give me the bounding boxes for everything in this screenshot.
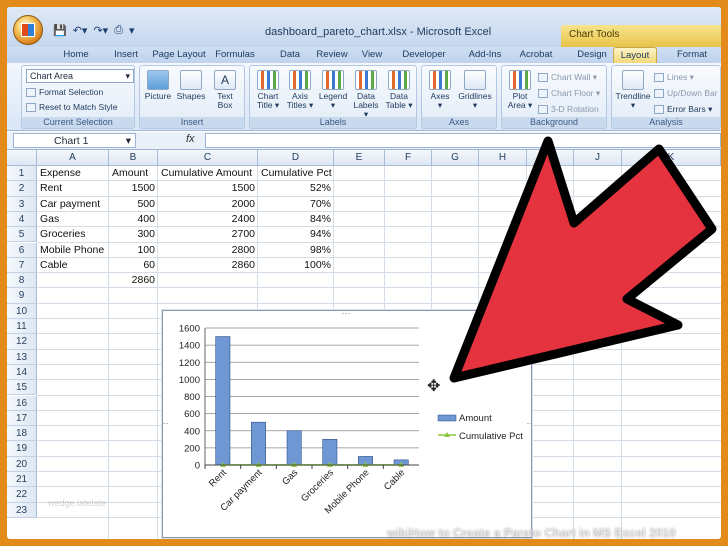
red-arrow-overlay bbox=[449, 136, 717, 383]
red-arrow-icon bbox=[449, 136, 717, 383]
excel-window: 💾 ↶▾ ↷▾ ⎙ ▾ dashboard_pareto_chart.xlsx … bbox=[7, 7, 721, 539]
